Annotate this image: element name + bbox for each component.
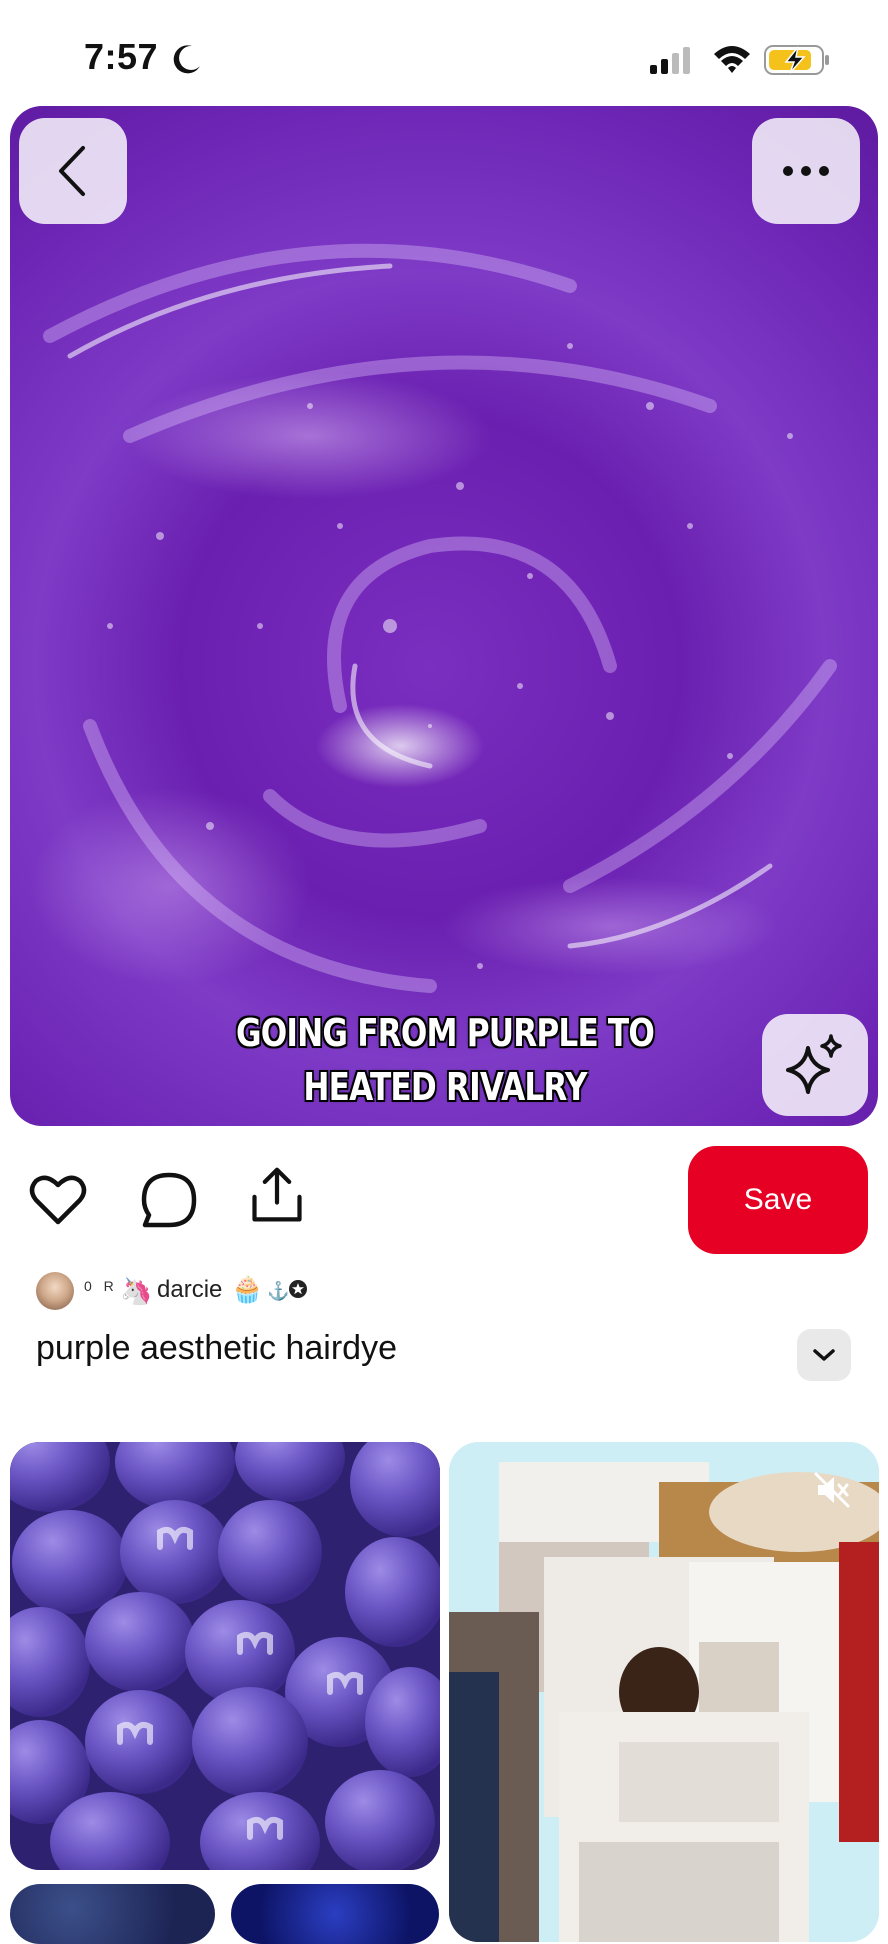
- heart-icon[interactable]: [28, 1170, 88, 1230]
- purple-swirl-texture: [43, 243, 837, 993]
- video-caption: GOING FROM PURPLE TO HEATED RIVALRY: [235, 1011, 655, 1109]
- star-badge-icon: [289, 1280, 307, 1298]
- purple-candy-pin[interactable]: [10, 1442, 440, 1870]
- creator-avatar[interactable]: [36, 1272, 74, 1310]
- wifi-icon: [714, 46, 750, 73]
- back-button[interactable]: [19, 118, 127, 224]
- anchor-icon: ⚓: [267, 1281, 290, 1301]
- pin-title: purple aesthetic hairdye: [36, 1329, 398, 1367]
- more-options-button[interactable]: [752, 118, 860, 224]
- expand-details-button[interactable]: [797, 1329, 851, 1381]
- pin-hero-image[interactable]: GOING FROM PURPLE TO HEATED RIVALRY: [10, 106, 878, 1126]
- creator-name[interactable]: darcie: [157, 1276, 222, 1304]
- comment-icon[interactable]: [139, 1170, 199, 1230]
- unicorn-icon: 🦄: [120, 1276, 153, 1306]
- room-video-pin[interactable]: [449, 1442, 879, 1942]
- save-button[interactable]: Save: [688, 1146, 868, 1254]
- galaxy-pin-1[interactable]: [10, 1884, 215, 1944]
- purple-candy-image: [10, 1442, 440, 1870]
- sparkle-icon: [786, 1034, 842, 1094]
- follower-count: 0 R: [84, 1278, 118, 1294]
- visual-search-button[interactable]: [762, 1014, 868, 1116]
- muted-speaker-icon[interactable]: [812, 1470, 852, 1510]
- ellipsis-icon: [783, 166, 829, 176]
- status-bar: 7:57: [0, 0, 888, 105]
- chevron-down-icon: [813, 1349, 835, 1361]
- moon-icon: [173, 45, 200, 74]
- share-icon[interactable]: [247, 1165, 307, 1225]
- cupcake-icon: 🧁: [231, 1274, 264, 1304]
- cellular-signal-icon: [650, 47, 690, 74]
- galaxy-pin-2[interactable]: [231, 1884, 439, 1944]
- room-collage-image: [449, 1442, 879, 1942]
- battery-charging-icon: [764, 45, 829, 75]
- status-time: 7:57: [84, 36, 159, 77]
- chevron-left-icon: [59, 146, 85, 196]
